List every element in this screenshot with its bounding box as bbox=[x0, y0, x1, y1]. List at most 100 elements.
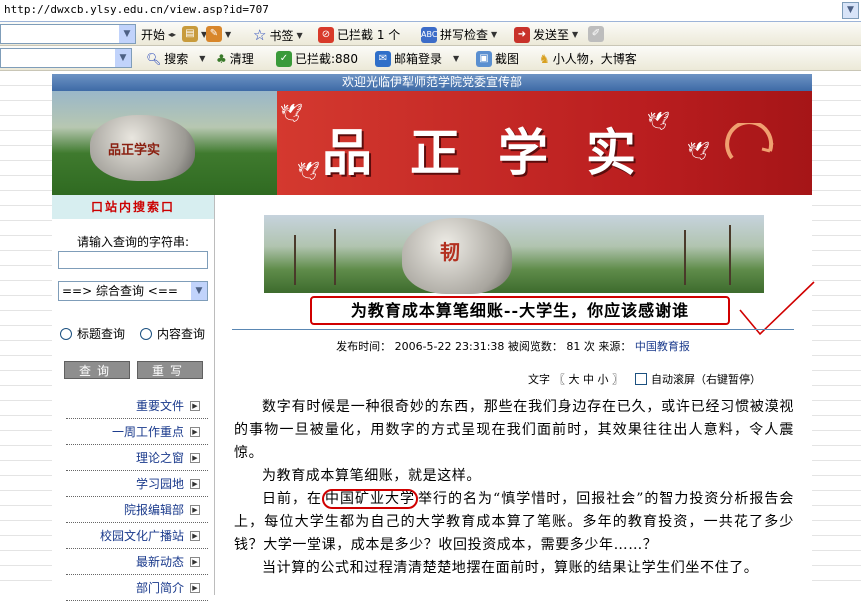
article-meta: 发布时间： 2006-5-22 23:31:38 被阅览数： 81 次 来源： … bbox=[232, 338, 794, 354]
radio-title-label: 标题查询 bbox=[77, 327, 126, 341]
browser-toolbar-2: ▼ 🔍︎ 搜索 ▼ ♣ 清理 ✓ 已拦截:880 ✉ 邮箱登录 ▼ ▣ 截图 ♞ 小人物，大博客 bbox=[0, 46, 861, 71]
radio-circle[interactable] bbox=[140, 327, 152, 340]
dove-icon: 🕊︎ bbox=[687, 141, 710, 162]
chevron-down-icon: ▼ bbox=[199, 54, 206, 63]
chevron-down-icon[interactable]: ▼ bbox=[191, 282, 207, 300]
tools-button[interactable]: ✎ ▼ bbox=[206, 26, 231, 42]
sidebar-link[interactable]: 学习园地 ▶ bbox=[66, 471, 208, 497]
star-icon: ☆ bbox=[253, 26, 267, 44]
radio-circle[interactable] bbox=[60, 327, 72, 340]
mail-icon: ✉ bbox=[375, 50, 391, 67]
tools-icon: ✎ bbox=[206, 26, 222, 42]
sidebar-link-label[interactable]: 学习园地 bbox=[136, 475, 184, 492]
sidebar-link-label[interactable]: 部门简介 bbox=[136, 579, 184, 596]
address-dropdown-button[interactable]: ▼ bbox=[842, 2, 859, 19]
arrow-right-icon: ▶ bbox=[190, 478, 200, 489]
radio-title-search[interactable]: 标题查询 bbox=[60, 325, 125, 342]
blocked-count-button[interactable]: ✓ 已拦截:880 bbox=[276, 50, 358, 67]
circled-annotation: 中国矿业大学 bbox=[322, 489, 419, 509]
reset-button[interactable]: 重写 bbox=[137, 361, 203, 379]
banner-title: 品正学实 bbox=[322, 124, 674, 182]
sidebar-link[interactable]: 最新动态 ▶ bbox=[66, 549, 208, 575]
chevron-down-icon: ▼ bbox=[453, 54, 460, 63]
url-text[interactable]: http://dwxcb.ylsy.edu.cn/view.asp?id=707 bbox=[4, 3, 269, 16]
search-prompt: 请输入查询的字符串: bbox=[76, 235, 190, 249]
chevron-down-icon[interactable]: ▼ bbox=[119, 25, 135, 43]
search-type-select[interactable]: ==> 综合查询 <== ▼ bbox=[58, 281, 208, 301]
checkmark-annotation-icon bbox=[739, 281, 815, 336]
shield-icon: ✓ bbox=[276, 50, 292, 67]
sidebar-link[interactable]: 校园文化广播站 ▶ bbox=[66, 523, 208, 549]
site-search-input[interactable] bbox=[58, 251, 208, 269]
bookmarks-button[interactable]: ☆ 书签 ▼ bbox=[253, 26, 303, 44]
sidebar-link-label[interactable]: 一周工作重点 bbox=[112, 423, 184, 440]
query-button[interactable]: 查询 bbox=[64, 361, 130, 379]
sidebar-link-label[interactable]: 重要文件 bbox=[136, 397, 184, 414]
radio-content-search[interactable]: 内容查询 bbox=[140, 325, 205, 342]
chevron-down-icon: ▼ bbox=[296, 30, 303, 40]
meta-source-link[interactable]: 中国教育报 bbox=[635, 340, 690, 353]
search-icon: 🔍︎ bbox=[146, 51, 162, 66]
start-button[interactable]: 开始 ◂▸ bbox=[141, 26, 176, 43]
toolbar-combo-1[interactable]: ▼ bbox=[0, 24, 136, 44]
clear-button[interactable]: ♣ 清理 bbox=[216, 50, 254, 67]
sendto-button[interactable]: ➜ 发送至 ▼ bbox=[514, 26, 578, 43]
sidebar-link[interactable]: 重要文件 ▶ bbox=[66, 393, 208, 419]
sidebar-link-label[interactable]: 最新动态 bbox=[136, 553, 184, 570]
arrow-right-icon: ▶ bbox=[190, 400, 200, 411]
popup-blocked-button[interactable]: ⊘ 已拦截 1 个 bbox=[318, 26, 400, 43]
extra-tool-button[interactable]: ✐ bbox=[588, 26, 604, 42]
chevron-down-icon: ▼ bbox=[491, 30, 498, 39]
screenshot-icon: ▣ bbox=[476, 50, 492, 67]
book-button[interactable]: ▤ ▼ bbox=[182, 26, 207, 42]
article-paragraph: 为教育成本算笔细账，就是这样。 bbox=[262, 468, 481, 484]
arrow-right-icon: ▶ bbox=[190, 426, 200, 437]
clear-label: 清理 bbox=[229, 52, 254, 66]
swirl-logo-icon bbox=[725, 123, 774, 160]
sidebar-link[interactable]: 部门简介 ▶ bbox=[66, 575, 208, 601]
article-photo: 韧 bbox=[264, 215, 764, 294]
book-icon: ▤ bbox=[182, 26, 198, 42]
mail-login-button[interactable]: ✉ 邮箱登录 ▼ bbox=[375, 50, 459, 67]
sidebar-link[interactable]: 院报编辑部 ▶ bbox=[66, 497, 208, 523]
sidebar-links: 重要文件 ▶ 一周工作重点 ▶ 理论之窗 ▶ 学习园地 ▶ 院报编辑部 ▶ 校园文化广播站… bbox=[66, 393, 208, 601]
sidebar-link-label[interactable]: 院报编辑部 bbox=[124, 501, 184, 518]
spellcheck-label: 拼写检查 bbox=[440, 28, 489, 42]
blog-button[interactable]: ♞ 小人物，大博客 bbox=[539, 50, 637, 67]
welcome-bar: 欢迎光临伊犁师范学院党委宣传部 bbox=[52, 74, 812, 91]
blog-label: 小人物，大博客 bbox=[552, 52, 637, 66]
sidebar-heading: 口站内搜索口 bbox=[52, 195, 214, 219]
tree-trunk bbox=[729, 225, 731, 285]
article-rock: 韧 bbox=[402, 218, 512, 294]
person-icon: ♞ bbox=[539, 51, 550, 66]
toolbar-combo-2[interactable]: ▼ bbox=[0, 48, 132, 68]
meta-time-label: 发布时间： bbox=[336, 340, 392, 353]
screenshot-label: 截图 bbox=[495, 52, 520, 66]
search-button[interactable]: 🔍︎ 搜索 ▼ bbox=[146, 50, 205, 67]
paragraph-text: 日前，在 bbox=[262, 491, 323, 507]
address-bar[interactable]: http://dwxcb.ylsy.edu.cn/view.asp?id=707… bbox=[0, 0, 861, 22]
sidebar-link[interactable]: 理论之窗 ▶ bbox=[66, 445, 208, 471]
article-body: 数字有时候是一种很奇妙的东西，那些在我们身边存在已久，或许已经习惯被漠视的事物一… bbox=[234, 396, 794, 580]
sidebar-link-label[interactable]: 理论之窗 bbox=[136, 449, 184, 466]
arrow-right-icon: ▶ bbox=[190, 556, 200, 567]
arrow-right-icon: ▶ bbox=[190, 582, 200, 593]
arrow-right-icon: ▶ bbox=[190, 504, 200, 515]
sidebar-link[interactable]: 一周工作重点 ▶ bbox=[66, 419, 208, 445]
article-paragraph: 日前，在 中国矿业大学 举行的名为“慎学惜时，回报社会”的智力投资分析报告会上，每位… bbox=[234, 488, 794, 557]
autoscroll-checkbox[interactable] bbox=[635, 373, 647, 385]
arrow-right-icon: ▶ bbox=[190, 530, 200, 541]
chevron-down-icon[interactable]: ▼ bbox=[115, 49, 131, 67]
rock-inscription: 品正学实 bbox=[108, 143, 161, 158]
page-background-right bbox=[812, 71, 861, 595]
tree-trunk bbox=[684, 230, 686, 285]
reading-tools: 文字 〖 大 中 小 〗 自动滚屏（右键暂停） bbox=[528, 371, 761, 387]
spellcheck-icon: ABC bbox=[421, 26, 437, 43]
sidebar-link-label[interactable]: 校园文化广播站 bbox=[100, 527, 184, 544]
font-size-options[interactable]: 〖 大 中 小 〗 bbox=[554, 371, 623, 387]
screenshot-button[interactable]: ▣ 截图 bbox=[476, 50, 519, 67]
broom-icon: ♣ bbox=[216, 51, 227, 66]
autoscroll-label: 自动滚屏（右键暂停） bbox=[651, 373, 761, 386]
chevron-down-icon: ▼ bbox=[572, 30, 579, 39]
spellcheck-button[interactable]: ABC 拼写检查 ▼ bbox=[421, 26, 497, 43]
